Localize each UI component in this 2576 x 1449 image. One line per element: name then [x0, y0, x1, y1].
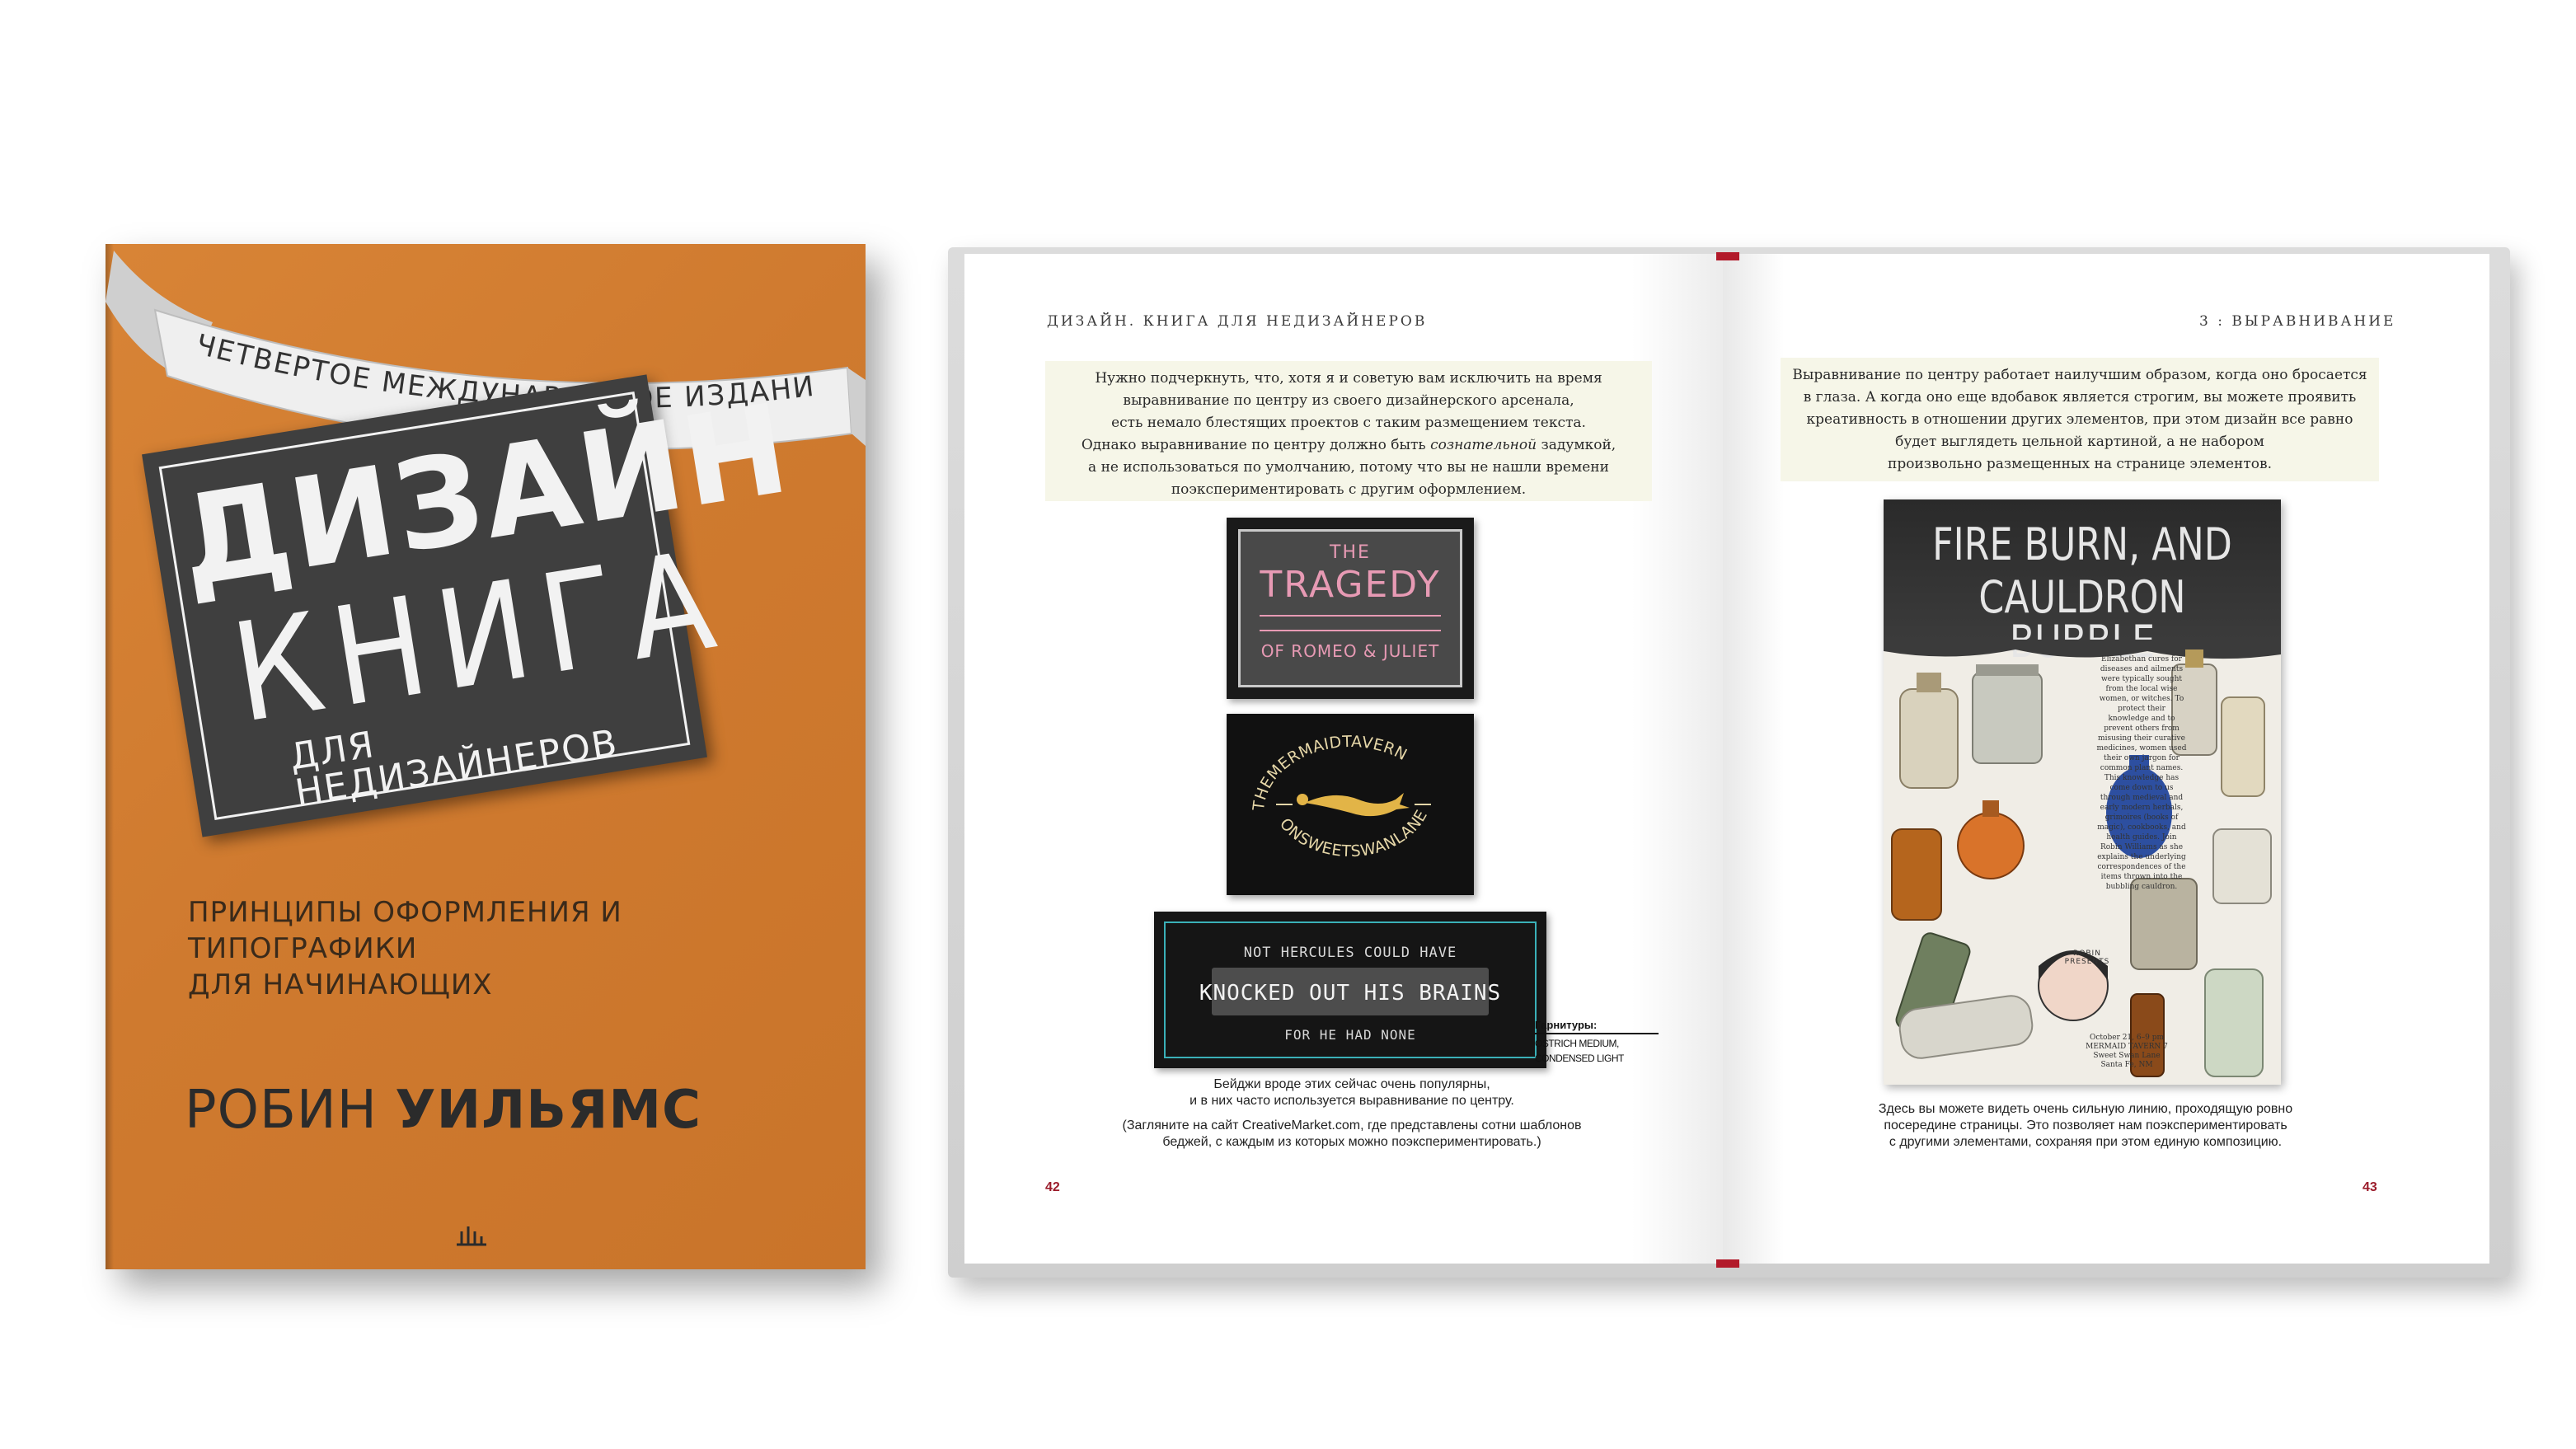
caption-line: Здесь вы можете видеть очень сильную лин… — [1878, 1102, 2293, 1116]
title-plate: ДИЗАЙН КНИГА ДЛЯ НЕДИЗАЙНЕРОВ — [142, 374, 799, 837]
left-note-line: а не использоваться по умолчанию, потому… — [1088, 459, 1609, 476]
poster-event: October 21, 6–9 pm MERMAID TAVERN 7 Swee… — [2086, 1034, 2168, 1069]
badge3-line-1: NOT HERCULES COULD HAVE — [1243, 945, 1457, 961]
jar-icon — [2130, 878, 2198, 970]
publisher-logo-icon — [457, 1226, 486, 1246]
caption-line: посередине страницы. Это позволяет нам п… — [1884, 1118, 2287, 1132]
poster-title-1: FIRE BURN, AND — [1932, 518, 2232, 570]
right-note-line: произвольно размещенных на странице элем… — [1888, 456, 2272, 472]
typefaces-note: Гарнитуры: OSTRICH MEDIUM, CONDENSED LIG… — [1535, 1019, 1659, 1064]
jar-icon — [1972, 664, 2043, 764]
cover-author: РОБИН УИЛЬЯМС — [185, 1084, 701, 1137]
caption-line: беджей, с каждым из которых можно поэксп… — [1162, 1135, 1541, 1149]
bottle-icon — [1899, 673, 1959, 789]
bottle-icon — [2204, 968, 2264, 1077]
right-note-line: Выравнивание по центру работает наилучши… — [1792, 367, 2367, 383]
badge-romeo-juliet: THE TRAGEDY OF ROMEO & JULIET — [1227, 518, 1474, 699]
caption-line: (Загляните на сайт CreativeMarket.com, г… — [1122, 1118, 1582, 1132]
headband-bottom — [1716, 1259, 1739, 1268]
badge2-bottom-text: ONSWEETSWANLANE — [1276, 807, 1431, 860]
left-caption-2: (Загляните на сайт CreativeMarket.com, г… — [1039, 1118, 1665, 1151]
right-note-line: в глаза. А когда оно еще вдобавок являет… — [1803, 389, 2357, 406]
badge3-line-2: KNOCKED OUT HIS BRAINS — [1199, 981, 1502, 1006]
poster-header: FIRE BURN, AND CAULDRON BUBBLE — [1884, 499, 2281, 664]
bottle-icon — [2221, 696, 2265, 797]
left-caption-1: Бейджи вроде этих сейчас очень популярны… — [1039, 1076, 1665, 1109]
caption-line: Бейджи вроде этих сейчас очень популярны… — [1213, 1077, 1490, 1091]
poster-cauldron: FIRE BURN, AND CAULDRON BUBBLE Elizabeth… — [1884, 499, 2281, 1085]
subtitle-line-2: ДЛЯ НАЧИНАЮЩИХ — [188, 968, 493, 1001]
jar-icon — [2212, 828, 2272, 904]
right-note: Выравнивание по центру работает наилучши… — [1781, 358, 2379, 481]
caption-line: с другими элементами, сохраняя при этом … — [1889, 1135, 2283, 1149]
left-note-line: выравнивание по центру из своего дизайне… — [1123, 392, 1574, 409]
right-note-line: креативность в отношении других элементо… — [1806, 411, 2353, 428]
author-last-name: УИЛЬЯМС — [395, 1080, 701, 1141]
badge1-sub-text: OF ROMEO & JULIET — [1260, 641, 1440, 661]
cover-subtitle: ПРИНЦИПЫ ОФОРМЛЕНИЯ И ТИПОГРАФИКИ ДЛЯ НА… — [188, 894, 814, 1003]
poster-presents: ROBIN PRESENTS — [2064, 950, 2110, 966]
amber-bottle-icon — [1891, 828, 1942, 921]
right-note-line: будет выглядеть цельной картиной, а не н… — [1895, 434, 2264, 450]
badge1-main-text: TRAGEDY — [1260, 564, 1441, 606]
poster-body-text: Elizabethan cures for diseases and ailme… — [2096, 655, 2187, 891]
right-page-number: 43 — [2363, 1180, 2377, 1194]
badge1-top-text: THE — [1330, 542, 1371, 563]
left-note-line: есть немало блестящих проектов с таким р… — [1111, 415, 1586, 431]
badge2-art: THEMERMAIDTAVERN ONSWEETSWANLANE — [1250, 733, 1431, 860]
left-note: Нужно подчеркнуть, что, хотя я и советую… — [1045, 361, 1652, 501]
left-running-head: ДИЗАЙН. КНИГА ДЛЯ НЕДИЗАЙНЕРОВ — [1047, 313, 1428, 330]
right-caption: Здесь вы можете видеть очень сильную лин… — [1772, 1101, 2399, 1151]
badge-hercules: NOT HERCULES COULD HAVE KNOCKED OUT HIS … — [1154, 912, 1546, 1068]
caption-line: и в них часто используется выравнивание … — [1189, 1094, 1514, 1108]
headband-top — [1716, 252, 1739, 260]
book-cover: ЧЕТВЕРТОЕ МЕЖДУНАРОДНОЕ ИЗДАНИЕ ДИЗАЙН К… — [106, 244, 866, 1269]
poster-bottles-illustration — [1884, 640, 2281, 1077]
badge-mermaid-tavern: THEMERMAIDTAVERN ONSWEETSWANLANE — [1227, 714, 1474, 895]
subtitle-line-1: ПРИНЦИПЫ ОФОРМЛЕНИЯ И ТИПОГРАФИКИ — [188, 896, 622, 965]
left-page-number: 42 — [1045, 1180, 1060, 1194]
emphasis: сознательной — [1430, 437, 1537, 453]
left-note-line: Однако выравнивание по центру должно быт… — [1081, 437, 1616, 453]
author-first-name: РОБИН — [185, 1080, 378, 1141]
mermaid-icon — [1297, 793, 1410, 817]
right-running-head: 3 : ВЫРАВНИВАНИЕ — [2199, 313, 2396, 330]
typefaces-label: Гарнитуры: — [1535, 1019, 1659, 1034]
left-note-line: поэкспериментировать с другим оформление… — [1171, 481, 1527, 498]
typefaces-value-2: CONDENSED LIGHT — [1535, 1053, 1624, 1064]
left-note-line: Нужно подчеркнуть, что, хотя я и советую… — [1095, 370, 1602, 387]
badge3-line-3: FOR HE HAD NONE — [1284, 1027, 1416, 1043]
typefaces-value-1: OSTRICH MEDIUM, — [1535, 1038, 1619, 1049]
orange-flask-icon — [1957, 800, 2025, 879]
